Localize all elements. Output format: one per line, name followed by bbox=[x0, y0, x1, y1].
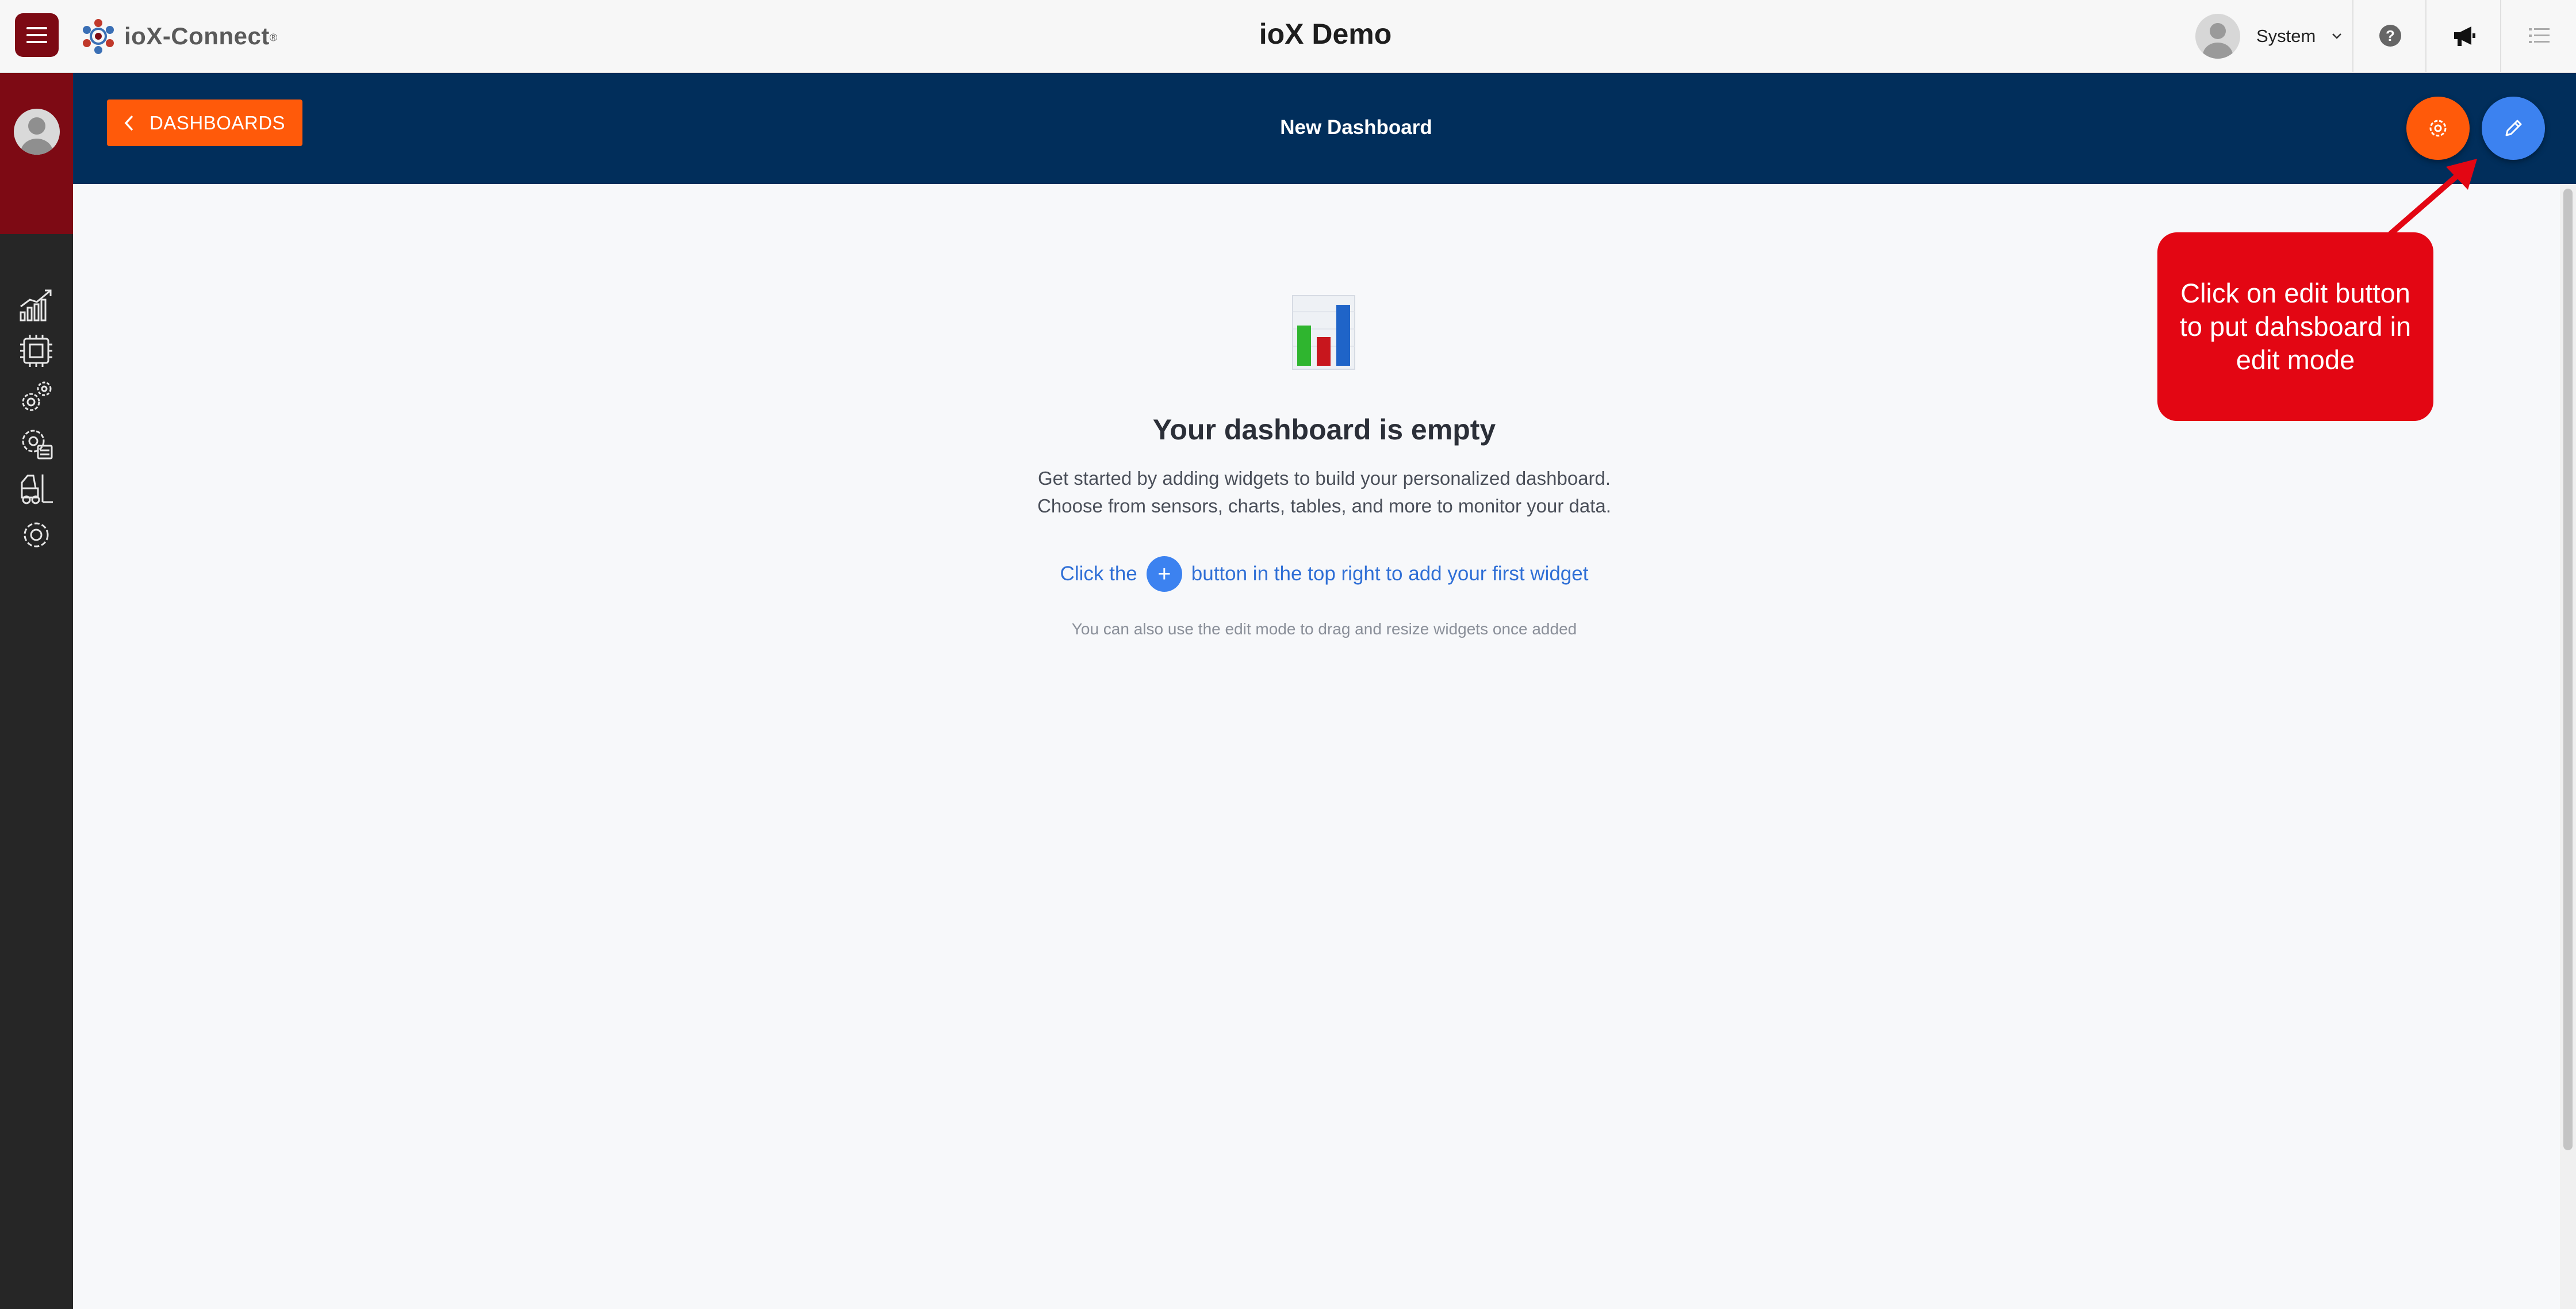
dashboard-settings-button[interactable] bbox=[2406, 97, 2470, 160]
empty-state-desc-line: Get started by adding widgets to build y… bbox=[1037, 468, 1611, 489]
empty-state-title: Your dashboard is empty bbox=[1152, 414, 1496, 446]
empty-dashboard-chart-icon bbox=[1292, 295, 1355, 370]
callout-text: Click on edit button to put dahsboard in… bbox=[2179, 278, 2412, 375]
analytics-chart-icon bbox=[20, 289, 52, 321]
sidebar-item-settings[interactable] bbox=[17, 516, 55, 554]
topbar-divider bbox=[2425, 0, 2426, 72]
empty-state-desc-line: Choose from sensors, charts, tables, and… bbox=[1037, 495, 1611, 516]
plus-icon: + bbox=[1146, 556, 1182, 592]
asset-settings-icon bbox=[22, 430, 53, 460]
svg-text:?: ? bbox=[2386, 27, 2395, 44]
settings-gear-icon bbox=[24, 522, 49, 548]
forklift-icon bbox=[21, 474, 53, 504]
app-title: ioX Demo bbox=[1259, 18, 1392, 50]
megaphone-icon bbox=[2454, 26, 2475, 46]
dashboard-title: New Dashboard bbox=[1280, 116, 1432, 139]
user-name: System bbox=[2256, 26, 2316, 46]
instruction-callout: Click on edit button to put dahsboard in… bbox=[2157, 232, 2433, 421]
sidebar-item-devices[interactable] bbox=[17, 332, 55, 370]
user-menu[interactable]: System bbox=[2195, 13, 2342, 60]
pencil-icon bbox=[2505, 120, 2522, 136]
scrollbar-thumb[interactable] bbox=[2563, 189, 2573, 1150]
edit-dashboard-button[interactable] bbox=[2482, 97, 2545, 160]
topbar-divider bbox=[2352, 0, 2353, 72]
edit-mode-hint: You can also use the edit mode to drag a… bbox=[1071, 620, 1577, 638]
gear-icon bbox=[2429, 120, 2447, 137]
help-button[interactable]: ? bbox=[2375, 21, 2405, 51]
sidebar-item-device-settings[interactable] bbox=[17, 378, 55, 416]
add-widget-hint: Click the + button in the top right to a… bbox=[862, 556, 1786, 592]
sidebar-profile bbox=[0, 73, 73, 234]
list-menu-button[interactable] bbox=[2524, 21, 2554, 51]
topbar-divider bbox=[2500, 0, 2501, 72]
list-icon bbox=[2529, 28, 2550, 43]
top-bar: ioX-Connect® ioX Demo System ? bbox=[0, 0, 2576, 73]
help-circle-icon: ? bbox=[2379, 25, 2401, 47]
sidebar-item-assets[interactable] bbox=[17, 470, 55, 508]
devices-chip-icon bbox=[20, 335, 52, 367]
profile-avatar[interactable] bbox=[14, 109, 60, 155]
announcements-button[interactable] bbox=[2450, 21, 2479, 51]
chevron-down-icon bbox=[2332, 33, 2342, 39]
device-settings-icon bbox=[22, 381, 52, 411]
hint-text-after: button in the top right to add your firs… bbox=[1191, 562, 1589, 585]
sidebar-item-analytics[interactable] bbox=[17, 286, 55, 324]
user-avatar bbox=[2195, 14, 2240, 59]
sidebar bbox=[0, 73, 73, 1309]
callout-arrow bbox=[2388, 159, 2477, 236]
hint-text-before: Click the bbox=[1060, 562, 1137, 585]
sidebar-item-asset-settings[interactable] bbox=[17, 424, 55, 462]
empty-state-description: Get started by adding widgets to build y… bbox=[862, 465, 1786, 520]
